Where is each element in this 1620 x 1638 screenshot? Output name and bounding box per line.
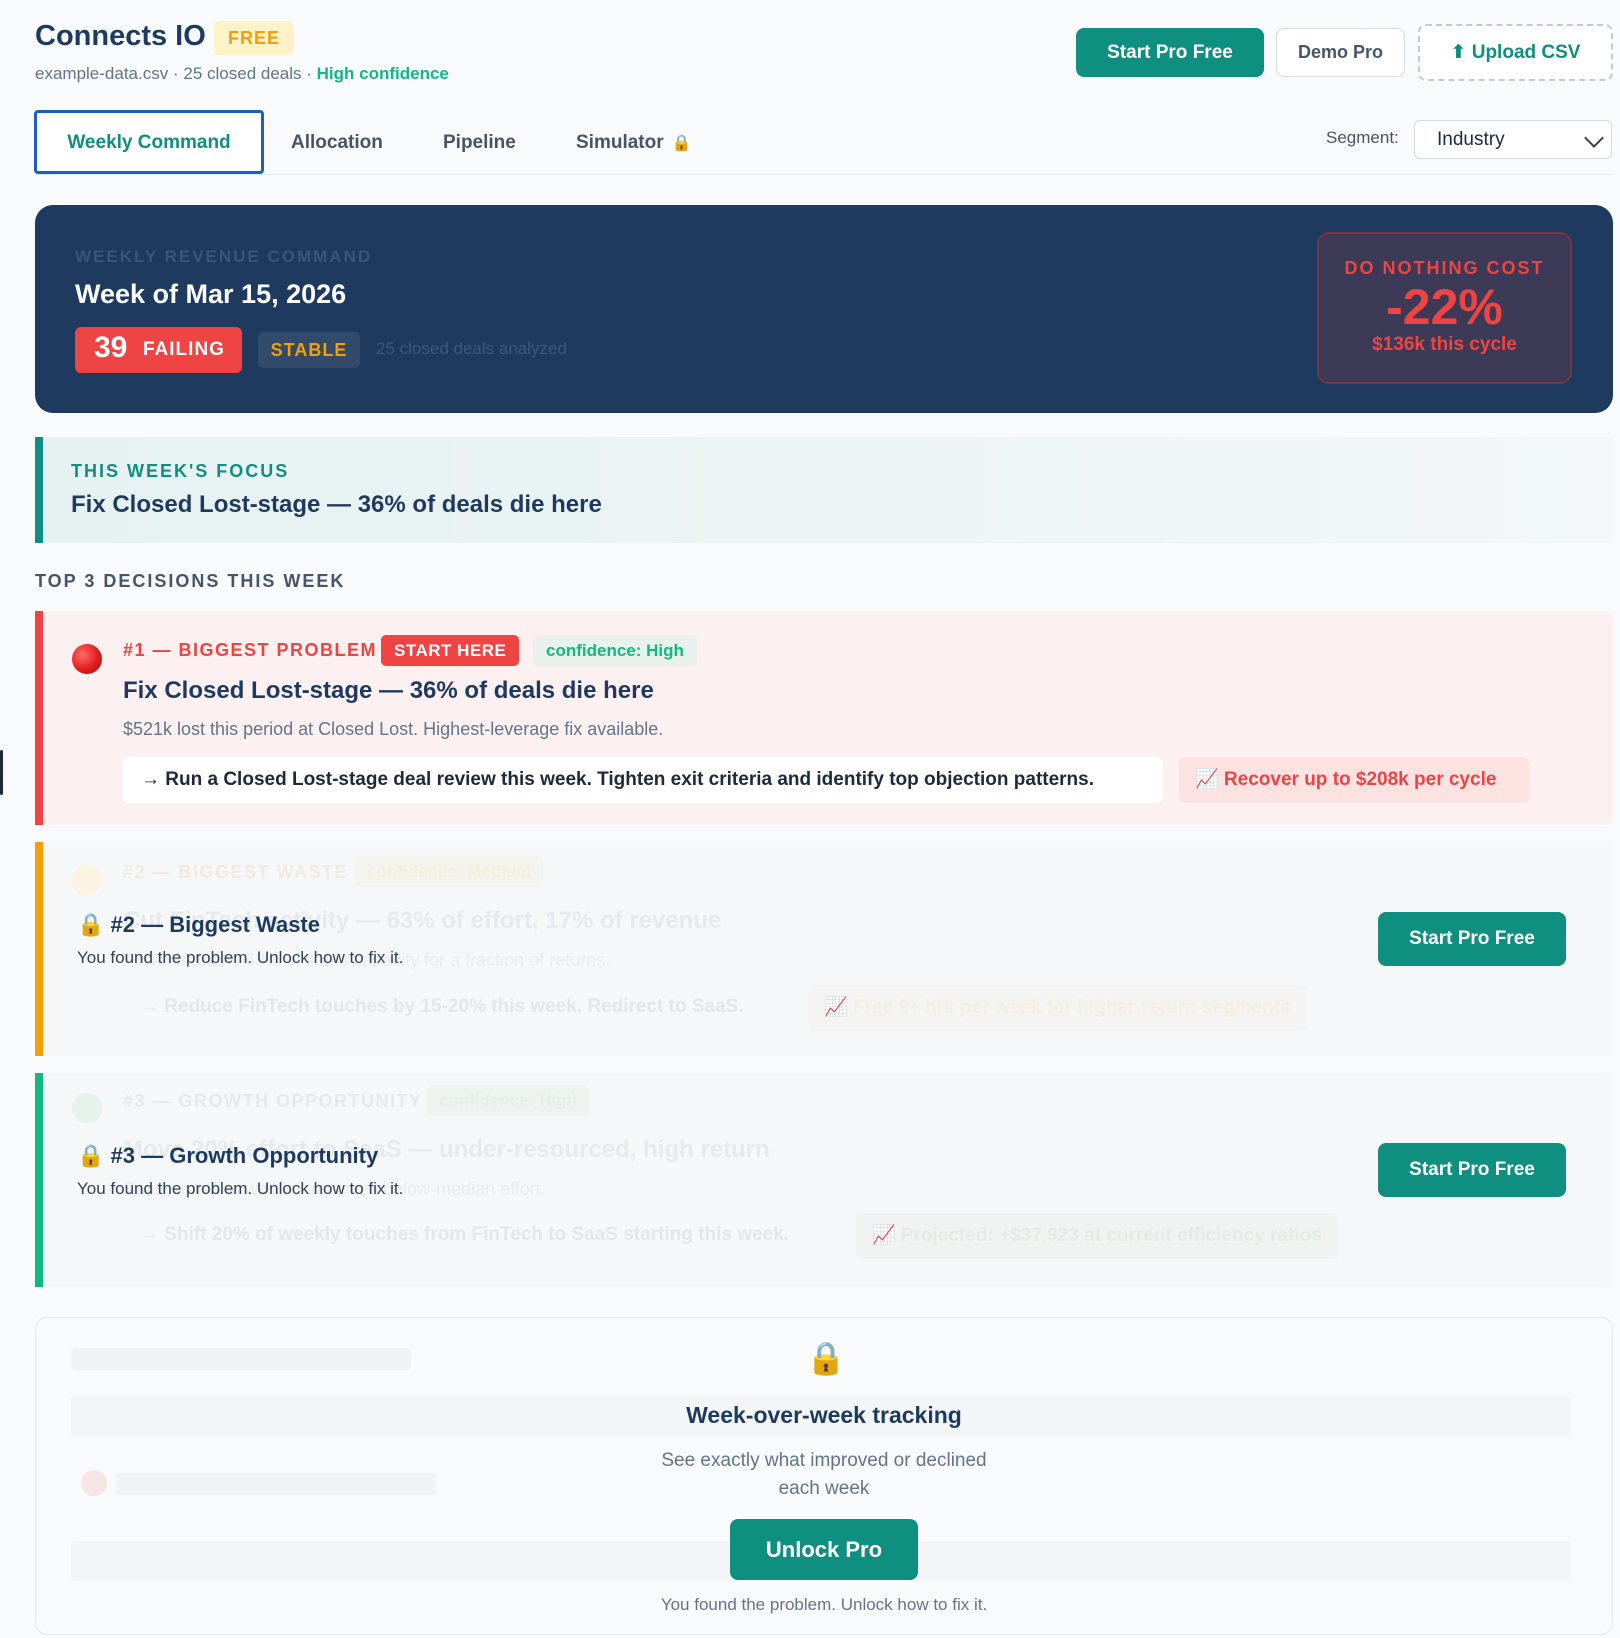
health-status: FAILING [143, 339, 225, 360]
deals-analyzed: 25 closed deals analyzed [376, 339, 567, 358]
ghost-placeholder [116, 1473, 436, 1495]
hero-eyebrow: WEEKLY REVENUE COMMAND [75, 247, 373, 266]
start-pro-button[interactable]: Start Pro Free [1378, 1143, 1566, 1197]
demo-pro-button[interactable]: Demo Pro [1276, 28, 1405, 77]
decision-2-locked-subtitle: You found the problem. Unlock how to fix… [77, 948, 404, 967]
lock-icon: 🔒 [77, 912, 105, 937]
plan-badge: FREE [214, 21, 295, 55]
ghost-eyebrow: #3 — GROWTH OPPORTUNITY [123, 1091, 423, 1111]
week-over-week-subtitle: See exactly what improved or declined ea… [661, 1450, 987, 1499]
upload-csv-button[interactable]: ⬆ Upload CSV [1418, 24, 1613, 81]
do-nothing-cost-card: DO NOTHING COST -22% $136k this cycle [1317, 232, 1572, 384]
segment-select[interactable]: Industry [1414, 120, 1612, 159]
health-score: 39 [94, 331, 128, 364]
decision-1-eyebrow: #1 — BIGGEST PROBLEM [123, 640, 378, 660]
ghost-eyebrow: #2 — BIGGEST WASTE [123, 862, 349, 882]
start-pro-button[interactable]: Start Pro Free [1076, 28, 1264, 77]
green-circle-icon [72, 1093, 102, 1123]
decision-2-locked-title: 🔒 #2 — Biggest Waste [77, 912, 320, 938]
weekly-focus-banner [35, 437, 1613, 543]
file-summary: example-data.csv · 25 closed deals · Hig… [35, 64, 449, 84]
lock-icon: 🔒 [806, 1340, 846, 1376]
unlock-pro-button[interactable]: Unlock Pro [730, 1519, 918, 1580]
tab-simulator-label: Simulator [576, 132, 664, 153]
separator: · [172, 64, 179, 83]
deal-count: 25 closed deals [183, 64, 302, 83]
start-here-badge: START HERE [381, 635, 520, 666]
lock-icon: 🔒 [671, 135, 692, 152]
app-title: Connects IO [35, 20, 206, 52]
ghost-confidence: confidence: Medium [355, 856, 544, 887]
segment-value: Industry [1437, 129, 1505, 150]
file-name: example-data.csv [35, 64, 169, 83]
ghost-impact: 📈 Projected: +$37,923 at current efficie… [856, 1213, 1338, 1259]
decision-1-action: → Run a Closed Lost-stage deal review th… [123, 757, 1163, 803]
decision-1-title: Fix Closed Lost-stage — 36% of deals die… [123, 677, 654, 704]
decisions-section-title: TOP 3 DECISIONS THIS WEEK [35, 571, 346, 591]
focus-eyebrow: THIS WEEK'S FOCUS [71, 461, 290, 481]
ghost-action: → Shift 20% of weekly touches from FinTe… [140, 1224, 789, 1245]
drag-handle[interactable] [0, 750, 3, 795]
ghost-action: → Reduce FinTech touches by 15-20% this … [140, 996, 744, 1017]
tab-pipeline[interactable]: Pipeline [443, 112, 516, 174]
tabs-divider [35, 174, 1613, 175]
tab-weekly-command[interactable]: Weekly Command [34, 110, 264, 174]
trend-badge: STABLE [258, 332, 360, 368]
decision-3-locked-subtitle: You found the problem. Unlock how to fix… [77, 1179, 404, 1198]
cost-title: DO NOTHING COST [1344, 258, 1545, 278]
confidence-badge: confidence: High [533, 635, 697, 666]
tab-allocation[interactable]: Allocation [291, 112, 383, 174]
yellow-circle-icon [72, 865, 102, 895]
tab-simulator[interactable]: Simulator 🔒 [576, 112, 692, 174]
decision-1-description: $521k lost this period at Closed Lost. H… [123, 719, 664, 739]
confidence-label: High confidence [316, 64, 449, 83]
chevron-down-icon [1584, 128, 1604, 148]
hero-week: Week of Mar 15, 2026 [75, 279, 347, 309]
ghost-impact: 📈 Free 9+ hrs per week for higher-return… [808, 985, 1307, 1031]
cost-percent: -22% [1386, 279, 1503, 335]
upload-label: Upload CSV [1471, 42, 1581, 63]
cost-amount: $136k this cycle [1372, 334, 1517, 355]
decision-3-label: #3 — Growth Opportunity [110, 1143, 379, 1168]
ghost-placeholder [71, 1348, 411, 1370]
decision-2-label: #2 — Biggest Waste [110, 912, 320, 937]
week-over-week-footer: You found the problem. Unlock how to fix… [660, 1595, 988, 1614]
week-over-week-title: Week-over-week tracking [686, 1402, 962, 1428]
red-circle-icon [72, 644, 102, 674]
decision-3-locked-title: 🔒 #3 — Growth Opportunity [77, 1143, 378, 1169]
start-pro-button[interactable]: Start Pro Free [1378, 912, 1566, 966]
ghost-confidence: confidence: High [427, 1085, 589, 1116]
health-score-badge: 39 FAILING [75, 327, 242, 373]
decision-1-impact: 📈 Recover up to $208k per cycle [1179, 757, 1529, 803]
segment-label: Segment: [1326, 128, 1399, 147]
lock-icon: 🔒 [77, 1143, 105, 1168]
focus-title: Fix Closed Lost-stage — 36% of deals die… [71, 491, 602, 518]
ghost-placeholder [81, 1470, 107, 1496]
separator: · [306, 64, 312, 83]
upload-icon: ⬆ [1450, 42, 1467, 63]
